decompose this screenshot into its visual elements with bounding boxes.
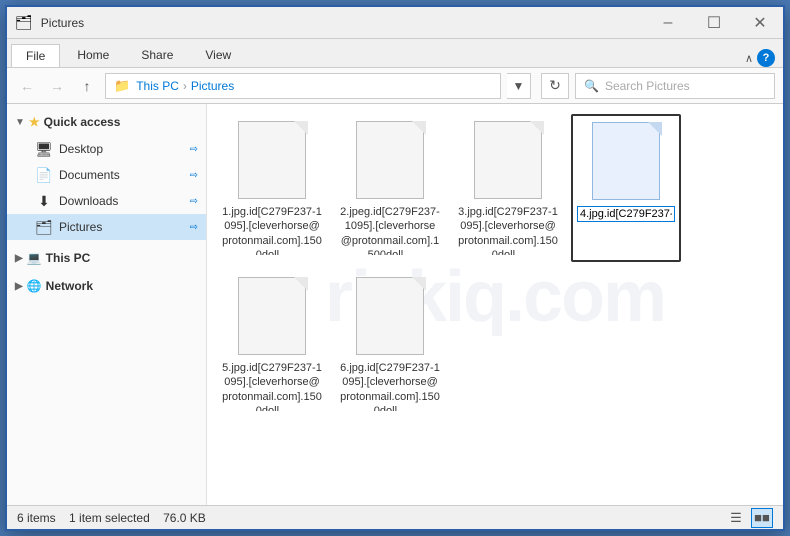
file-size: 76.0 KB [163,511,206,525]
file-icon-4 [590,122,662,202]
refresh-button[interactable]: ↻ [541,73,569,99]
sidebar-quick-access-header[interactable]: ▼ ★ Quick access [7,108,206,136]
maximize-button[interactable]: ☐ [691,7,737,39]
path-segment-pictures[interactable]: Pictures [191,79,234,93]
sidebar-label-documents: Documents [59,168,120,182]
close-button[interactable]: ✕ [737,7,783,39]
file-label-3: 3.jpg.id[C279F237-1095].[cleverhorse@pro… [458,205,558,255]
selected-count: 1 item selected [69,511,150,525]
file-area[interactable]: riskiq.com 1.jpg.id[C279F237-1095].[clev… [207,104,783,505]
main-content: ▼ ★ Quick access 🖥 Desktop ⇨ 📄 Documents… [7,104,783,505]
address-bar: ← → ↑ 📁 This PC › Pictures ▼ ↻ 🔍 Search … [7,68,783,104]
item-count: 6 items [17,511,56,525]
quick-access-label: Quick access [44,115,121,129]
file-label-5: 5.jpg.id[C279F237-1095].[cleverhorse@pro… [222,361,322,411]
chevron-right-icon: ▶ [15,253,23,264]
chevron-right-icon-network: ▶ [15,281,23,292]
file-item-5[interactable]: 5.jpg.id[C279F237-1095].[cleverhorse@pro… [217,270,327,418]
files-grid: 1.jpg.id[C279F237-1095].[cleverhorse@pro… [217,114,773,418]
file-fold-2 [412,121,426,135]
network-icon: 🌐 [27,279,42,293]
tab-view[interactable]: View [190,43,246,67]
status-text: 6 items 1 item selected 76.0 KB [17,511,725,525]
status-right: ☰ ■■ [725,508,773,528]
window-icon: 🗂 [15,14,33,31]
ribbon-tabs: File Home Share View ∧ ? [7,39,783,67]
desktop-icon: 🖥 [35,141,53,158]
path-icon: 📁 [114,78,130,94]
grid-view-button[interactable]: ■■ [751,508,773,528]
status-bar: 6 items 1 item selected 76.0 KB ☰ ■■ [7,505,783,529]
downloads-icon: ⬇ [35,193,53,210]
sidebar-item-documents[interactable]: 📄 Documents ⇨ [7,162,206,188]
sidebar-item-desktop[interactable]: 🖥 Desktop ⇨ [7,136,206,162]
tab-share[interactable]: Share [126,43,188,67]
sidebar: ▼ ★ Quick access 🖥 Desktop ⇨ 📄 Documents… [7,104,207,505]
tab-file[interactable]: File [11,44,60,67]
file-fold-3 [530,121,544,135]
file-fold-5 [294,277,308,291]
documents-icon: 📄 [35,167,53,184]
file-item-3[interactable]: 3.jpg.id[C279F237-1095].[cleverhorse@pro… [453,114,563,262]
file-item-2[interactable]: 2.jpeg.id[C279F237-1095].[cleverhorse@pr… [335,114,445,262]
file-item-6[interactable]: 6.jpg.id[C279F237-1095].[cleverhorse@pro… [335,270,445,418]
file-fold-1 [294,121,308,135]
file-icon-3 [472,121,544,201]
pictures-icon: 🗂 [35,219,53,236]
title-bar-icons: 🗂 [15,14,33,31]
sidebar-network-header[interactable]: ▶ 🌐 Network [7,272,206,300]
ribbon-collapse-icon[interactable]: ∧ [745,52,753,65]
file-icon-2 [354,121,426,201]
search-icon: 🔍 [584,79,599,93]
chevron-down-icon: ▼ [15,117,25,128]
sidebar-label-desktop: Desktop [59,142,103,156]
file-fold-6 [412,277,426,291]
thispc-label: This PC [46,251,91,265]
file-icon-1 [236,121,308,201]
file-label-6: 6.jpg.id[C279F237-1095].[cleverhorse@pro… [340,361,440,411]
sidebar-label-downloads: Downloads [59,194,118,208]
thispc-icon: 💻 [27,251,42,265]
sidebar-label-pictures: Pictures [59,220,102,234]
search-placeholder: Search Pictures [605,79,690,93]
file-label-2: 2.jpeg.id[C279F237-1095].[cleverhorse@pr… [340,205,440,255]
help-icon[interactable]: ? [757,49,775,67]
file-label-1: 1.jpg.id[C279F237-1095].[cleverhorse@pro… [222,205,322,255]
pin-icon-docs: ⇨ [190,170,198,181]
sidebar-item-pictures[interactable]: 🗂 Pictures ⇨ [7,214,206,240]
path-separator: › [183,79,187,93]
pin-icon-pic: ⇨ [190,222,198,233]
network-label: Network [46,279,93,293]
star-icon: ★ [29,115,40,129]
tab-home[interactable]: Home [62,43,124,67]
pin-icon: ⇨ [190,144,198,155]
title-buttons: – ☐ ✕ [645,7,783,39]
list-view-button[interactable]: ☰ [725,508,747,528]
path-dropdown-button[interactable]: ▼ [507,73,531,99]
ribbon: File Home Share View ∧ ? [7,39,783,68]
title-bar: 🗂 Pictures – ☐ ✕ [7,7,783,39]
file-item-4[interactable] [571,114,681,262]
file-rename-input-4[interactable] [577,206,675,222]
sidebar-thispc-header[interactable]: ▶ 💻 This PC [7,244,206,272]
explorer-window: 🗂 Pictures – ☐ ✕ File Home Share View ∧ … [5,5,785,531]
forward-button[interactable]: → [45,74,69,98]
back-button[interactable]: ← [15,74,39,98]
file-fold-4 [648,122,662,136]
file-icon-5 [236,277,308,357]
address-path[interactable]: 📁 This PC › Pictures [105,73,501,99]
window-title: Pictures [41,16,645,30]
file-icon-6 [354,277,426,357]
file-item-1[interactable]: 1.jpg.id[C279F237-1095].[cleverhorse@pro… [217,114,327,262]
up-button[interactable]: ↑ [75,74,99,98]
minimize-button[interactable]: – [645,7,691,39]
path-segment-thispc[interactable]: This PC [136,79,179,93]
search-box[interactable]: 🔍 Search Pictures [575,73,775,99]
sidebar-item-downloads[interactable]: ⬇ Downloads ⇨ [7,188,206,214]
pin-icon-dl: ⇨ [190,196,198,207]
